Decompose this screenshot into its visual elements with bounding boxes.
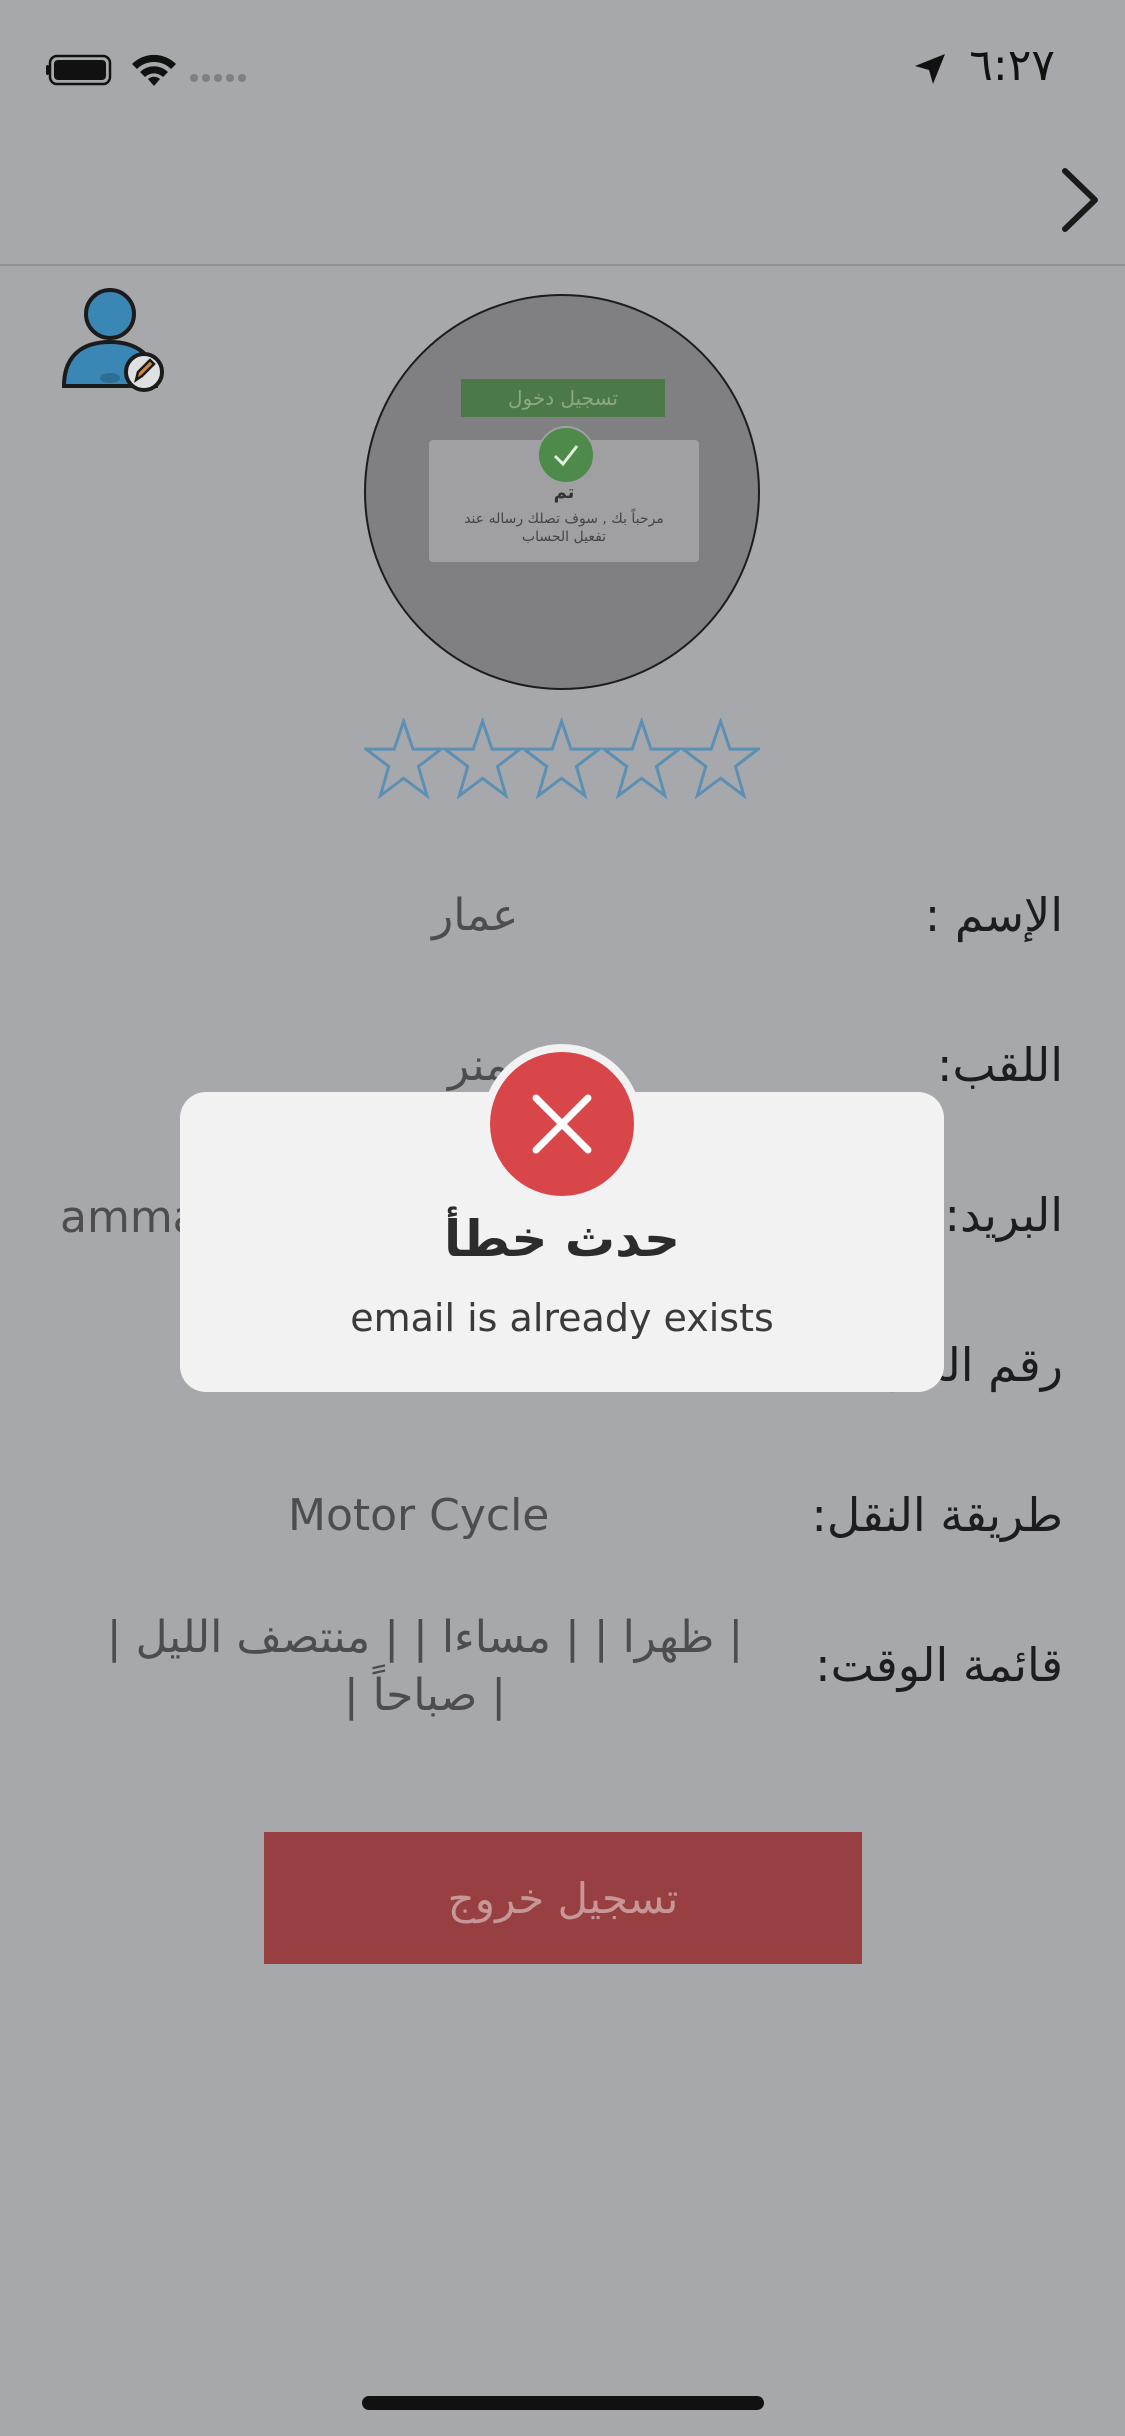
dialog-title: حدث خطأ	[443, 1210, 681, 1268]
name-label: الإسم :	[924, 888, 1063, 942]
star-icon[interactable]	[522, 718, 602, 800]
location-arrow-icon	[915, 54, 945, 84]
time-list-value-line1: | ظهرا | | مساءا | | منتصف الليل |	[106, 1612, 744, 1663]
status-time: ٦:٢٧	[969, 40, 1055, 91]
time-list-value-line2: | صباحاً |	[343, 1670, 507, 1721]
home-indicator[interactable]	[362, 2396, 764, 2410]
logout-button[interactable]: تسجيل خروج	[264, 1832, 862, 1964]
navigation-bar	[0, 130, 1125, 266]
wifi-icon	[132, 54, 176, 86]
star-icon[interactable]	[601, 718, 681, 800]
name-value: عمار	[432, 890, 519, 941]
time-list-label: قائمة الوقت:	[815, 1638, 1063, 1692]
transport-label: طريقة النقل:	[811, 1488, 1063, 1542]
star-icon[interactable]	[443, 718, 523, 800]
email-label: البريد:	[944, 1188, 1063, 1242]
transport-value: Motor Cycle	[288, 1490, 550, 1541]
avatar-login-bar: تسجيل دخول	[461, 379, 665, 417]
back-chevron-icon[interactable]	[1057, 165, 1103, 235]
dialog-message: email is already exists	[350, 1296, 774, 1340]
battery-icon	[46, 54, 112, 86]
edit-profile-icon[interactable]	[58, 286, 168, 396]
rating-stars[interactable]	[364, 718, 761, 802]
star-icon[interactable]	[680, 718, 761, 800]
profile-avatar: تسجيل دخول تم مرحباً بك , سوف تصلك رساله…	[364, 294, 760, 690]
checkmark-icon	[537, 426, 595, 484]
nickname-label: اللقب:	[937, 1038, 1063, 1092]
error-x-icon	[490, 1052, 634, 1196]
avatar-card-message: مرحباً بك , سوف تصلك رساله عند تفعيل الح…	[464, 511, 664, 545]
star-icon[interactable]	[364, 718, 444, 800]
cellular-signal-icon	[190, 74, 246, 82]
avatar-card-title: تم	[553, 482, 575, 503]
